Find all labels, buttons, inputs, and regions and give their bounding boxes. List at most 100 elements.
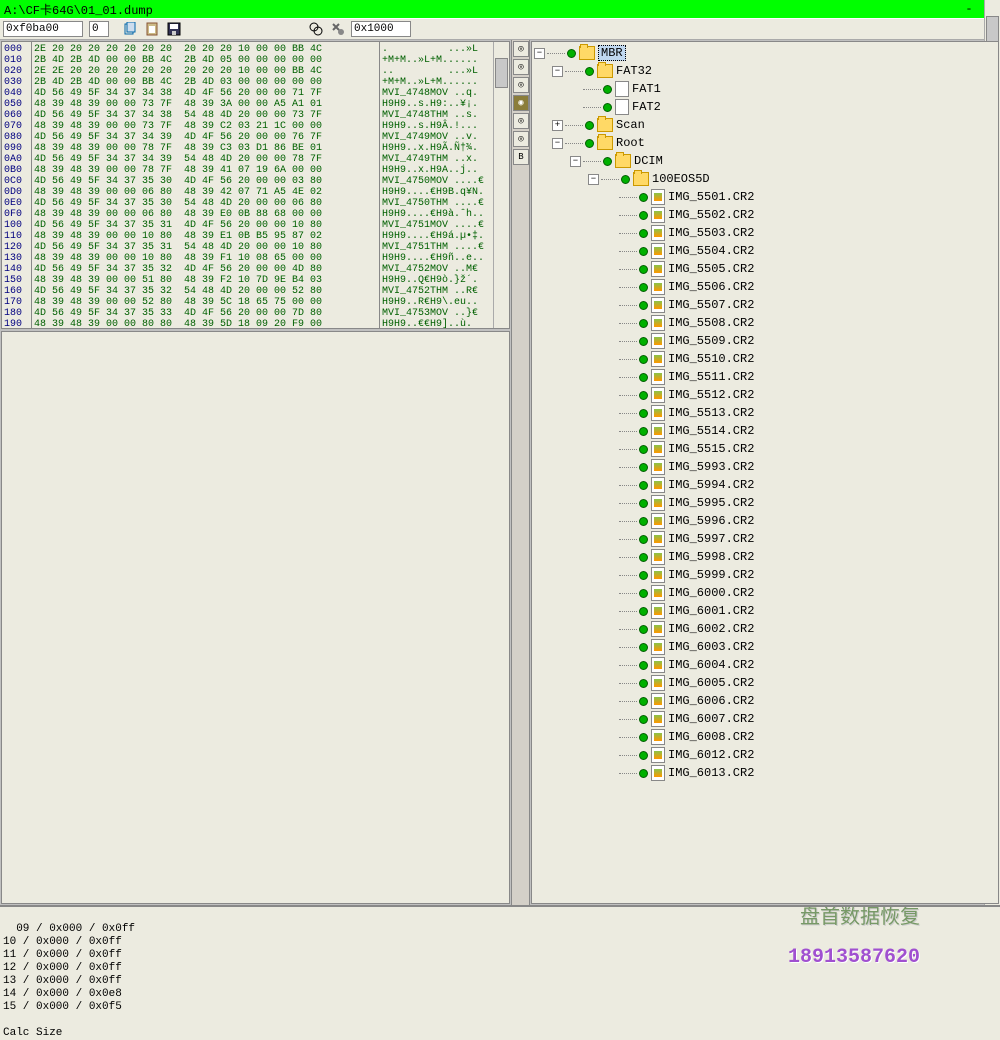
tree-node[interactable]: IMG_5510.CR2: [534, 350, 996, 368]
tool-sidebar: ◎ ◎ ◎ ◉ ◎ ◎ B: [512, 40, 530, 905]
status-dot: [639, 355, 648, 364]
tree-panel[interactable]: −MBR−FAT32FAT1FAT2+Scan−Root−DCIM−100EOS…: [531, 41, 999, 904]
sidebar-tool-2[interactable]: ◎: [513, 77, 529, 93]
tree-node[interactable]: IMG_5995.CR2: [534, 494, 996, 512]
tree-label: IMG_6002.CR2: [668, 622, 754, 636]
sidebar-tool-5[interactable]: ◎: [513, 131, 529, 147]
tree-label: IMG_5995.CR2: [668, 496, 754, 510]
watermark-phone: 18913587620: [788, 951, 920, 964]
sidebar-tool-4[interactable]: ◎: [513, 113, 529, 129]
tree-node[interactable]: −100EOS5D: [534, 170, 996, 188]
expand-icon[interactable]: −: [570, 156, 581, 167]
hex-bytes[interactable]: 2E 20 20 20 20 20 20 20 20 20 20 10 00 0…: [32, 42, 379, 328]
tree-node[interactable]: IMG_5514.CR2: [534, 422, 996, 440]
tree-node[interactable]: IMG_5512.CR2: [534, 386, 996, 404]
tree-node[interactable]: −Root: [534, 134, 996, 152]
status-dot: [639, 463, 648, 472]
sidebar-tool-1[interactable]: ◎: [513, 59, 529, 75]
tree-node[interactable]: IMG_5996.CR2: [534, 512, 996, 530]
expand-icon[interactable]: −: [534, 48, 545, 59]
tree-node[interactable]: IMG_6008.CR2: [534, 728, 996, 746]
tree-node[interactable]: IMG_6006.CR2: [534, 692, 996, 710]
paste-icon[interactable]: [143, 20, 161, 38]
tree-label: IMG_5510.CR2: [668, 352, 754, 366]
tree-node[interactable]: +Scan: [534, 116, 996, 134]
tree-node[interactable]: IMG_6005.CR2: [534, 674, 996, 692]
tree-node[interactable]: IMG_5501.CR2: [534, 188, 996, 206]
tree-node[interactable]: IMG_6000.CR2: [534, 584, 996, 602]
image-file-icon: [651, 621, 665, 637]
log-text: 09 / 0x000 / 0x0ff 10 / 0x000 / 0x0ff 11…: [3, 923, 135, 1040]
tree-node[interactable]: IMG_5503.CR2: [534, 224, 996, 242]
tree-node[interactable]: FAT2: [534, 98, 996, 116]
status-dot: [639, 769, 648, 778]
tree-node[interactable]: IMG_5508.CR2: [534, 314, 996, 332]
tree-node[interactable]: IMG_5506.CR2: [534, 278, 996, 296]
expand-icon[interactable]: −: [552, 138, 563, 149]
search-icon[interactable]: [307, 20, 325, 38]
tree-node[interactable]: IMG_6003.CR2: [534, 638, 996, 656]
tree-label: IMG_5509.CR2: [668, 334, 754, 348]
sidebar-tool-3[interactable]: ◉: [513, 95, 529, 111]
image-file-icon: [651, 567, 665, 583]
expand-icon[interactable]: −: [552, 66, 563, 77]
tree-node[interactable]: IMG_5999.CR2: [534, 566, 996, 584]
tree-node[interactable]: IMG_6013.CR2: [534, 764, 996, 782]
tree-node[interactable]: −MBR: [534, 44, 996, 62]
tools-icon[interactable]: [329, 20, 347, 38]
tree-node[interactable]: IMG_5509.CR2: [534, 332, 996, 350]
tree-node[interactable]: IMG_6004.CR2: [534, 656, 996, 674]
tree-node[interactable]: IMG_6012.CR2: [534, 746, 996, 764]
tree-label: IMG_5507.CR2: [668, 298, 754, 312]
status-dot: [639, 391, 648, 400]
tree-node[interactable]: IMG_5994.CR2: [534, 476, 996, 494]
size-input[interactable]: [351, 21, 411, 37]
hex-view[interactable]: 000 010 020 030 040 050 060 070 080 090 …: [1, 41, 510, 329]
tree-label: IMG_5994.CR2: [668, 478, 754, 492]
tree-node[interactable]: IMG_5997.CR2: [534, 530, 996, 548]
tree-node[interactable]: IMG_5513.CR2: [534, 404, 996, 422]
sidebar-tool-0[interactable]: ◎: [513, 41, 529, 57]
status-dot: [585, 121, 594, 130]
image-file-icon: [651, 459, 665, 475]
value-input[interactable]: [89, 21, 109, 37]
sidebar-tool-6[interactable]: B: [513, 149, 529, 165]
tree-node[interactable]: IMG_6002.CR2: [534, 620, 996, 638]
toolbar: [0, 18, 1000, 40]
save-icon[interactable]: [165, 20, 183, 38]
status-dot: [639, 679, 648, 688]
image-file-icon: [651, 405, 665, 421]
tree-node[interactable]: IMG_6007.CR2: [534, 710, 996, 728]
tree-label: IMG_6001.CR2: [668, 604, 754, 618]
status-dot: [639, 193, 648, 202]
log-panel[interactable]: 09 / 0x000 / 0x0ff 10 / 0x000 / 0x0ff 11…: [0, 905, 1000, 1040]
tree-node[interactable]: −FAT32: [534, 62, 996, 80]
tree-node[interactable]: FAT1: [534, 80, 996, 98]
tree-node[interactable]: −DCIM: [534, 152, 996, 170]
tree-node[interactable]: IMG_5993.CR2: [534, 458, 996, 476]
tree-node[interactable]: IMG_5998.CR2: [534, 548, 996, 566]
expand-icon[interactable]: −: [588, 174, 599, 185]
tree-node[interactable]: IMG_6001.CR2: [534, 602, 996, 620]
hex-ascii[interactable]: . ...»L +M+M..»L+M...... .. ...»L +M+M..…: [379, 42, 509, 328]
tree-node[interactable]: IMG_5515.CR2: [534, 440, 996, 458]
tree-node[interactable]: IMG_5505.CR2: [534, 260, 996, 278]
tree-label: IMG_6008.CR2: [668, 730, 754, 744]
status-dot: [621, 175, 630, 184]
tree-label: IMG_5503.CR2: [668, 226, 754, 240]
hex-panel: 000 010 020 030 040 050 060 070 080 090 …: [0, 40, 512, 905]
tree-node[interactable]: IMG_5502.CR2: [534, 206, 996, 224]
offset-input[interactable]: [3, 21, 83, 37]
tree-node[interactable]: IMG_5507.CR2: [534, 296, 996, 314]
tree-node[interactable]: IMG_5504.CR2: [534, 242, 996, 260]
copy-icon[interactable]: [121, 20, 139, 38]
tree-node[interactable]: IMG_5511.CR2: [534, 368, 996, 386]
status-dot: [639, 445, 648, 454]
expand-icon[interactable]: +: [552, 120, 563, 131]
window-title: A:\CF卡64G\01_01.dump: [4, 1, 960, 18]
status-dot: [639, 499, 648, 508]
scrollbar[interactable]: [493, 42, 509, 328]
status-dot: [639, 535, 648, 544]
minimize-button[interactable]: -: [960, 2, 978, 16]
status-dot: [639, 607, 648, 616]
